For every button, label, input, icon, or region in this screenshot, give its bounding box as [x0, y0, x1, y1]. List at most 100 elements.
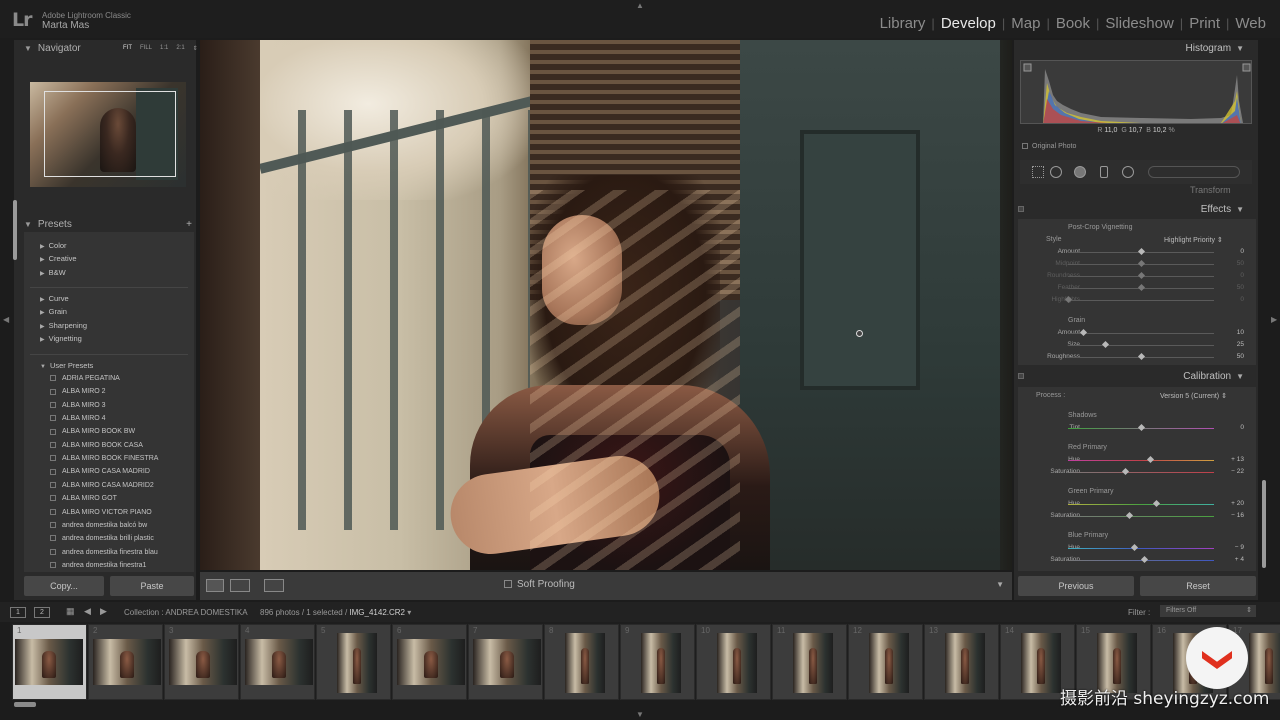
- secondary-window-button[interactable]: 2: [34, 607, 50, 618]
- histogram-header[interactable]: Histogram ▼: [1014, 40, 1258, 58]
- graduated-filter-icon[interactable]: [1100, 166, 1108, 178]
- user-preset-item[interactable]: ALBA MIRO CASA MADRID2: [50, 482, 154, 489]
- slider-value[interactable]: 0: [1240, 424, 1244, 431]
- soft-proofing-toggle[interactable]: Soft Proofing: [504, 579, 575, 590]
- forward-arrow-icon[interactable]: ▶: [100, 606, 107, 617]
- slider-value[interactable]: 50: [1237, 260, 1244, 267]
- photo-canvas[interactable]: [200, 40, 1012, 570]
- zoom-dropdown-icon[interactable]: ⇕: [193, 45, 198, 52]
- slider-thumb[interactable]: [1121, 467, 1129, 476]
- slider-value[interactable]: + 13: [1231, 456, 1244, 463]
- grid-view-icon[interactable]: ▦: [66, 606, 75, 617]
- spot-removal-tool-icon[interactable]: [1050, 166, 1062, 178]
- vignette-style-select[interactable]: Highlight Priority ⇕: [1164, 236, 1223, 244]
- highlight-clipping-icon[interactable]: [1242, 63, 1251, 72]
- user-preset-item[interactable]: ALBA MIRO BOOK CASA: [50, 442, 143, 449]
- copy-button[interactable]: Copy...: [24, 576, 104, 596]
- slider-value[interactable]: + 4: [1235, 556, 1244, 563]
- user-preset-item[interactable]: ALBA MIRO 2: [50, 388, 106, 395]
- current-filename[interactable]: IMG_4142.CR2: [349, 608, 405, 617]
- filmstrip-thumbnail[interactable]: 13: [924, 624, 999, 700]
- preset-folder[interactable]: ▶ B&W: [40, 268, 66, 277]
- paste-button[interactable]: Paste: [110, 576, 194, 596]
- preset-folder[interactable]: ▶ Curve: [40, 294, 69, 303]
- calibration-panel-switch[interactable]: [1018, 373, 1024, 379]
- module-library[interactable]: Library: [874, 15, 932, 32]
- filmstrip-thumbnail[interactable]: 3: [164, 624, 239, 700]
- transform-header[interactable]: Transform: [1190, 185, 1231, 195]
- filmstrip-thumbnail[interactable]: 12: [848, 624, 923, 700]
- zoom-option-1-1[interactable]: 1:1: [160, 45, 168, 52]
- zoom-option-fill[interactable]: FILL: [140, 45, 152, 52]
- slider-thumb[interactable]: [1147, 455, 1155, 464]
- before-after-swap-icon[interactable]: [264, 579, 284, 592]
- filmstrip-thumbnail[interactable]: 10: [696, 624, 771, 700]
- original-photo-toggle[interactable]: Original Photo: [1022, 143, 1076, 150]
- user-preset-item[interactable]: ALBA MIRO VICTOR PIANO: [50, 509, 152, 516]
- slider-track[interactable]: [1068, 472, 1214, 473]
- filmstrip-thumbnail[interactable]: 8: [544, 624, 619, 700]
- user-preset-item[interactable]: ALBA MIRO CASA MADRID: [50, 468, 150, 475]
- toolbar-menu-icon[interactable]: ▼: [996, 580, 1004, 589]
- effects-header[interactable]: Effects ▼: [1014, 201, 1258, 219]
- previous-button[interactable]: Previous: [1018, 576, 1134, 596]
- user-preset-item[interactable]: ALBA MIRO 4: [50, 415, 106, 422]
- preset-folder[interactable]: ▶ Sharpening: [40, 321, 87, 330]
- filmstrip-thumbnail[interactable]: 6: [392, 624, 467, 700]
- slider-track[interactable]: [1068, 460, 1214, 461]
- navigator-view-frame[interactable]: [44, 91, 176, 177]
- slider-value[interactable]: + 20: [1231, 500, 1244, 507]
- slider-value[interactable]: − 22: [1231, 468, 1244, 475]
- reset-button[interactable]: Reset: [1140, 576, 1256, 596]
- filmstrip-thumbnail[interactable]: 9: [620, 624, 695, 700]
- user-preset-item[interactable]: ALBA MIRO BOOK FINESTRA: [50, 455, 158, 462]
- user-preset-item[interactable]: andrea domestika finestra1: [50, 562, 146, 569]
- preset-folder[interactable]: ▶ Vignetting: [40, 334, 82, 343]
- soft-proofing-checkbox[interactable]: [504, 580, 512, 589]
- zoom-option-fit[interactable]: FIT: [123, 45, 132, 52]
- slider-track[interactable]: [1068, 333, 1214, 334]
- effects-panel-switch[interactable]: [1018, 206, 1024, 212]
- filmstrip-thumbnail[interactable]: 1: [12, 624, 87, 700]
- back-arrow-icon[interactable]: ◀: [84, 606, 91, 617]
- user-preset-item[interactable]: ADRIA PEGATINA: [50, 375, 120, 382]
- preset-folder[interactable]: ▶ Grain: [40, 307, 67, 316]
- module-develop[interactable]: Develop: [935, 15, 1002, 32]
- collection-source[interactable]: Collection : ANDREA DOMESTIKA: [124, 608, 248, 617]
- slider-value[interactable]: 50: [1237, 284, 1244, 291]
- user-preset-item[interactable]: ALBA MIRO GOT: [50, 495, 117, 502]
- zoom-option-2-1[interactable]: 2:1: [176, 45, 184, 52]
- shadow-clipping-icon[interactable]: [1023, 63, 1032, 72]
- slider-thumb[interactable]: [1137, 259, 1146, 268]
- slider-thumb[interactable]: [1079, 328, 1087, 337]
- module-map[interactable]: Map: [1005, 15, 1046, 32]
- slider-value[interactable]: 0: [1240, 272, 1244, 279]
- adjustment-brush-icon[interactable]: [1148, 166, 1240, 178]
- filmstrip-thumbnail[interactable]: 5: [316, 624, 391, 700]
- slider-thumb[interactable]: [1140, 555, 1148, 564]
- slider-thumb[interactable]: [1126, 511, 1134, 520]
- slider-track[interactable]: [1068, 300, 1214, 301]
- right-panel-scrollbar[interactable]: [1262, 480, 1266, 568]
- slider-value[interactable]: 25: [1237, 341, 1244, 348]
- main-window-button[interactable]: 1: [10, 607, 26, 618]
- module-slideshow[interactable]: Slideshow: [1099, 15, 1179, 32]
- module-web[interactable]: Web: [1229, 15, 1272, 32]
- red-eye-tool-icon[interactable]: [1074, 166, 1086, 178]
- slider-value[interactable]: − 9: [1235, 544, 1244, 551]
- slider-thumb[interactable]: [1101, 340, 1109, 349]
- slider-track[interactable]: [1068, 516, 1214, 517]
- user-preset-item[interactable]: andrea domestika brilli plastic: [50, 535, 154, 542]
- original-photo-checkbox[interactable]: [1022, 143, 1028, 150]
- filmstrip-thumbnail[interactable]: 7: [468, 624, 543, 700]
- slider-track[interactable]: [1068, 504, 1214, 505]
- user-preset-item[interactable]: andrea domestika balcó bw: [50, 522, 147, 529]
- calibration-header[interactable]: Calibration ▼: [1014, 368, 1258, 386]
- crop-tool-icon[interactable]: [1032, 166, 1044, 178]
- slider-thumb[interactable]: [1137, 352, 1146, 361]
- slider-thumb[interactable]: [1131, 543, 1139, 552]
- left-panel-scrollbar[interactable]: [13, 200, 17, 260]
- preset-folder[interactable]: ▶ Creative: [40, 254, 77, 263]
- process-select[interactable]: Version 5 (Current) ⇕: [1160, 392, 1227, 400]
- slider-value[interactable]: 10: [1237, 329, 1244, 336]
